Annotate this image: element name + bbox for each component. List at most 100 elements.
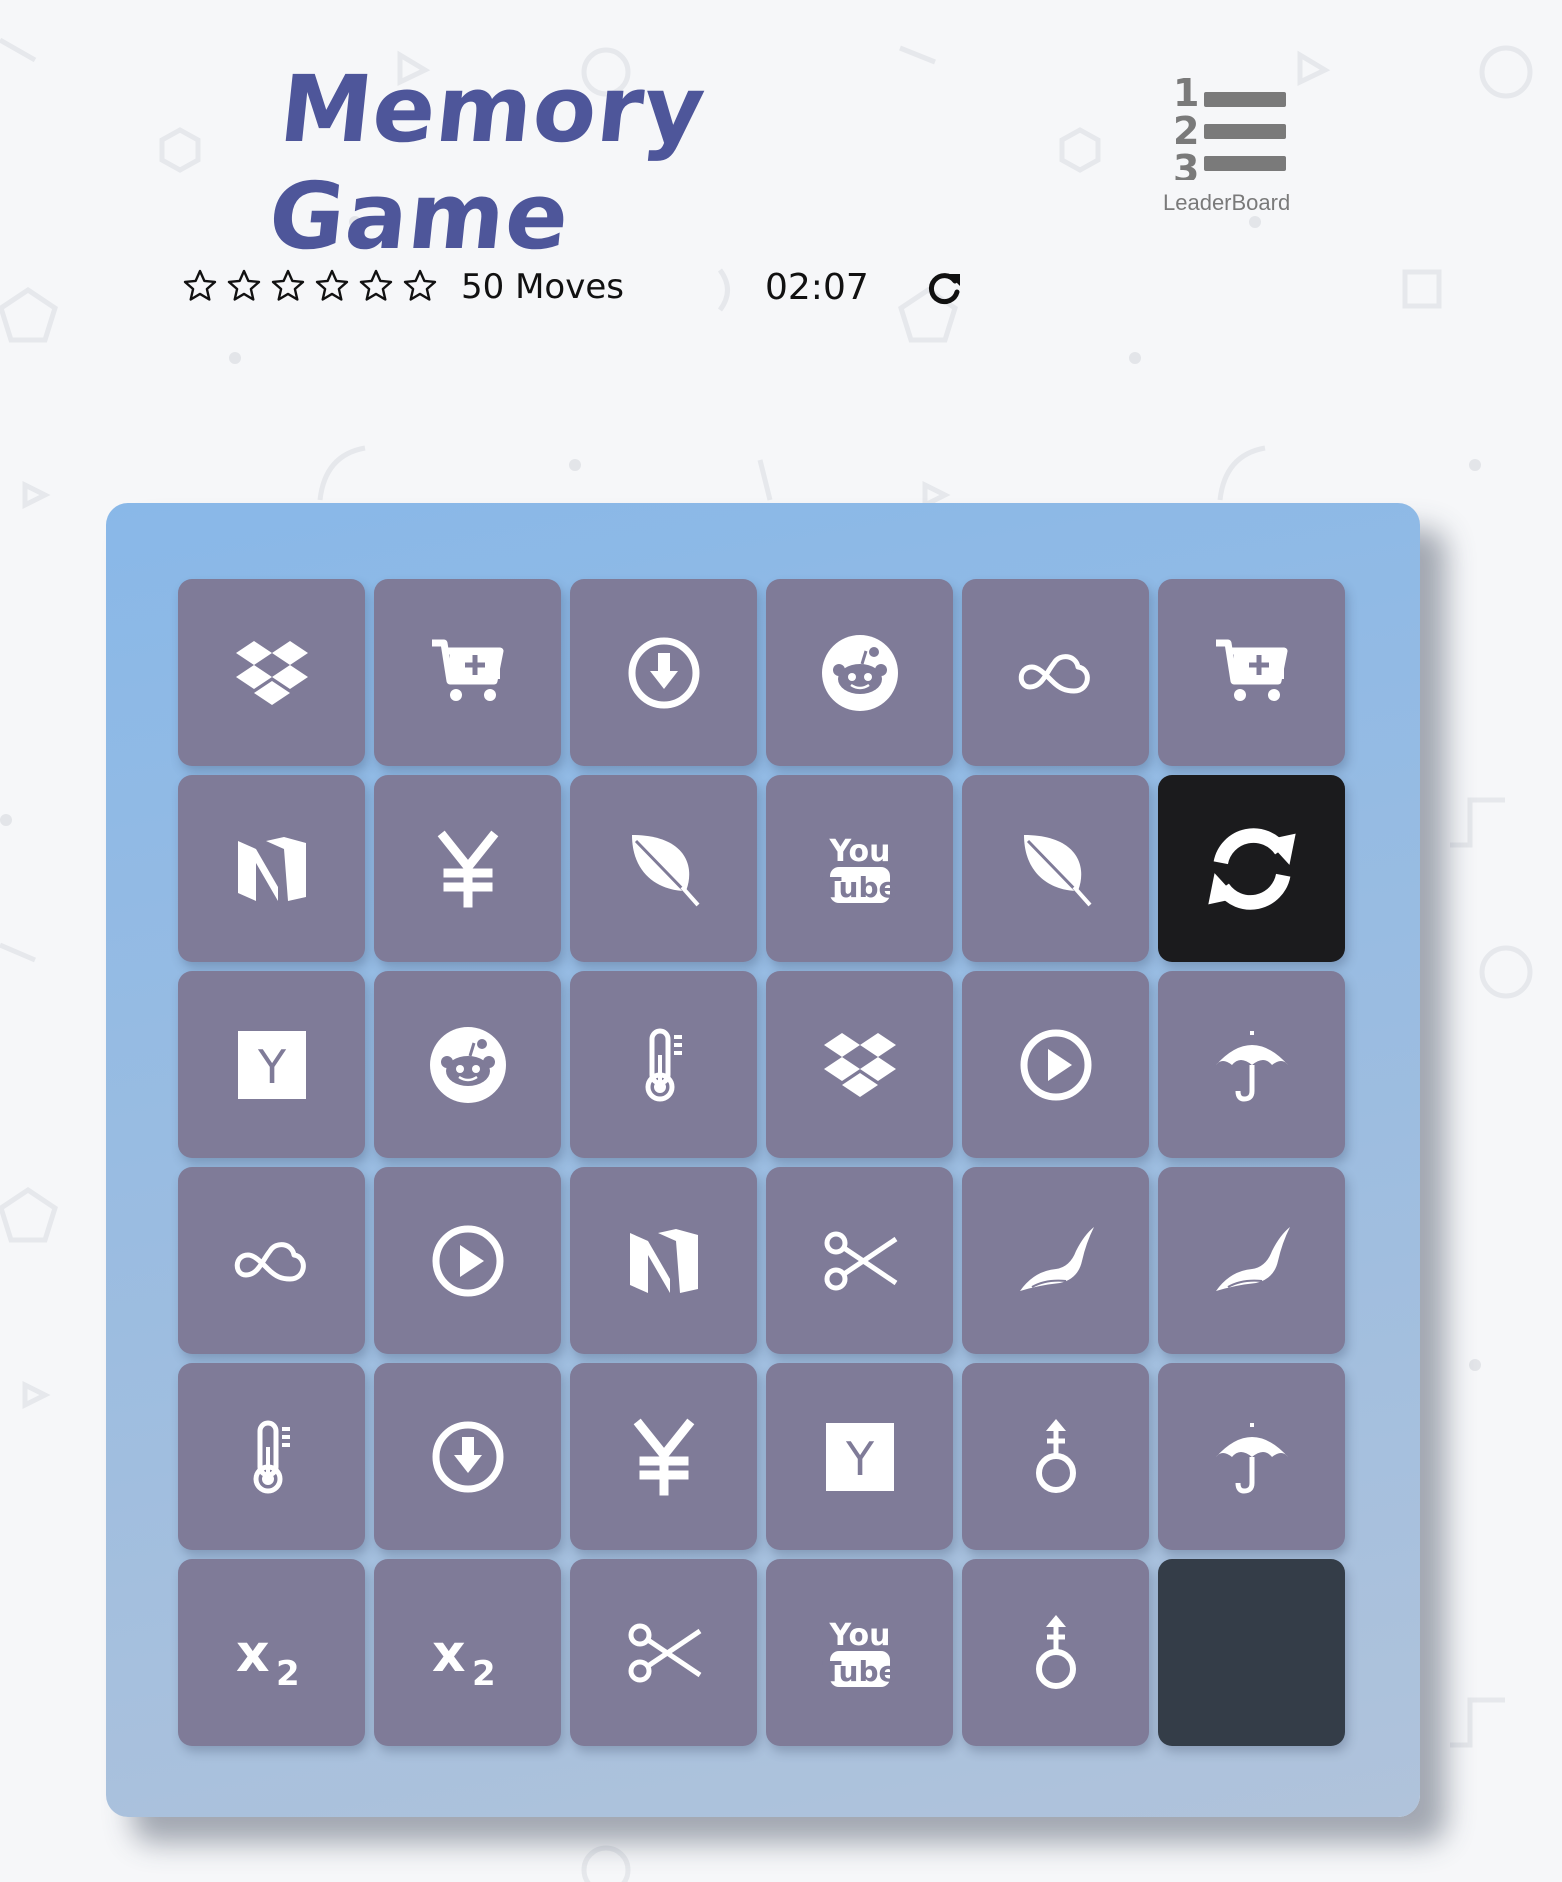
card-umbrella[interactable] [1158, 971, 1345, 1158]
svg-text:3: 3 [1173, 147, 1199, 180]
yen-icon [624, 1417, 704, 1497]
umbrella-icon [1212, 1025, 1292, 1105]
card-leaf[interactable] [962, 775, 1149, 962]
hacker-news-icon: Y [820, 1417, 900, 1497]
star-icon [314, 268, 350, 304]
star-rating [182, 268, 438, 304]
svg-text:2: 2 [276, 1654, 300, 1693]
card-youtube[interactable]: You Tube [766, 775, 953, 962]
dropbox-icon [232, 633, 312, 713]
arrow-circle-down-icon [624, 633, 704, 713]
card-transgender-alt[interactable] [962, 1559, 1149, 1746]
hacker-news-icon: Y [232, 1025, 312, 1105]
card-arrow-circle-down[interactable] [374, 1363, 561, 1550]
moves-label: Moves [515, 267, 624, 307]
svg-text:2: 2 [472, 1654, 496, 1693]
transgender-alt-icon [1016, 1613, 1096, 1693]
card-pied-piper-hat[interactable] [962, 1167, 1149, 1354]
leaderboard-numbered-list-icon: 1 2 3 [1173, 71, 1286, 191]
svg-text:Tube: Tube [822, 871, 897, 904]
pied-piper-hat-icon [1016, 1221, 1096, 1301]
card-leaf[interactable] [570, 775, 757, 962]
card-scissors[interactable] [570, 1559, 757, 1746]
pied-piper-hat-icon [1212, 1221, 1292, 1301]
cloud-infinity-icon [232, 1221, 312, 1301]
card-medium[interactable] [570, 1167, 757, 1354]
card-cart-plus[interactable] [374, 579, 561, 766]
svg-text:You: You [828, 834, 890, 869]
card-play-circle[interactable] [374, 1167, 561, 1354]
cloud-infinity-icon [1016, 633, 1096, 713]
card-refresh[interactable] [1158, 775, 1345, 962]
svg-text:x: x [236, 1624, 270, 1684]
svg-text:Y: Y [844, 1432, 874, 1486]
card-cart-plus[interactable] [1158, 579, 1345, 766]
dropbox-icon [820, 1025, 900, 1105]
yen-icon [428, 829, 508, 909]
card-pied-piper-hat[interactable] [1158, 1167, 1345, 1354]
svg-text:Y: Y [256, 1040, 286, 1094]
card-facedown[interactable] [1158, 1559, 1345, 1746]
timer: 02:07 [765, 267, 869, 308]
youtube-icon: You Tube [820, 1613, 900, 1693]
card-reddit[interactable] [374, 971, 561, 1158]
card-umbrella[interactable] [1158, 1363, 1345, 1550]
svg-text:You: You [828, 1618, 890, 1653]
leaderboard-label: LeaderBoard [1163, 190, 1291, 215]
card-subscript[interactable]: x2 [374, 1559, 561, 1746]
card-yen[interactable] [570, 1363, 757, 1550]
card-scissors[interactable] [766, 1167, 953, 1354]
card-hacker-news[interactable]: Y [178, 971, 365, 1158]
svg-text:Tube: Tube [822, 1655, 897, 1688]
card-cloud-infinity[interactable] [962, 579, 1149, 766]
restart-button[interactable] [926, 270, 962, 306]
subscript-icon: x2 [428, 1613, 508, 1693]
card-thermometer[interactable] [178, 1363, 365, 1550]
refresh-icon [1200, 817, 1304, 921]
card-reddit[interactable] [766, 579, 953, 766]
star-icon [226, 268, 262, 304]
moves-count: 50 [461, 267, 505, 307]
card-transgender-alt[interactable] [962, 1363, 1149, 1550]
leaf-icon [1016, 829, 1096, 909]
game-board: You Tube Y Yx 2 x 2 You Tube [106, 503, 1420, 1817]
scissors-icon [624, 1613, 704, 1693]
card-hacker-news[interactable]: Y [766, 1363, 953, 1550]
card-cloud-infinity[interactable] [178, 1167, 365, 1354]
reddit-icon [820, 633, 900, 713]
card-dropbox[interactable] [766, 971, 953, 1158]
card-yen[interactable] [374, 775, 561, 962]
card-thermometer[interactable] [570, 971, 757, 1158]
card-youtube[interactable]: You Tube [766, 1559, 953, 1746]
card-dropbox[interactable] [178, 579, 365, 766]
play-circle-icon [428, 1221, 508, 1301]
card-grid: You Tube Y Yx 2 x 2 You Tube [178, 579, 1345, 1746]
reddit-icon [428, 1025, 508, 1105]
youtube-icon: You Tube [820, 829, 900, 909]
card-arrow-circle-down[interactable] [570, 579, 757, 766]
cart-plus-icon [428, 633, 508, 713]
medium-icon [624, 1221, 704, 1301]
star-icon [182, 268, 218, 304]
star-icon [270, 268, 306, 304]
thermometer-icon [232, 1417, 312, 1497]
card-play-circle[interactable] [962, 971, 1149, 1158]
thermometer-icon [624, 1025, 704, 1105]
scissors-icon [820, 1221, 900, 1301]
svg-text:x: x [432, 1624, 466, 1684]
medium-icon [232, 829, 312, 909]
page-title: Memory Game [263, 56, 711, 270]
subscript-icon: x2 [232, 1613, 312, 1693]
cart-plus-icon [1212, 633, 1292, 713]
umbrella-icon [1212, 1417, 1292, 1497]
transgender-alt-icon [1016, 1417, 1096, 1497]
redo-icon [928, 273, 960, 305]
moves-counter: 50 Moves [461, 267, 624, 307]
leaf-icon [624, 829, 704, 909]
star-icon [358, 268, 394, 304]
star-icon [402, 268, 438, 304]
card-medium[interactable] [178, 775, 365, 962]
arrow-circle-down-icon [428, 1417, 508, 1497]
play-circle-icon [1016, 1025, 1096, 1105]
card-subscript[interactable]: x2 [178, 1559, 365, 1746]
